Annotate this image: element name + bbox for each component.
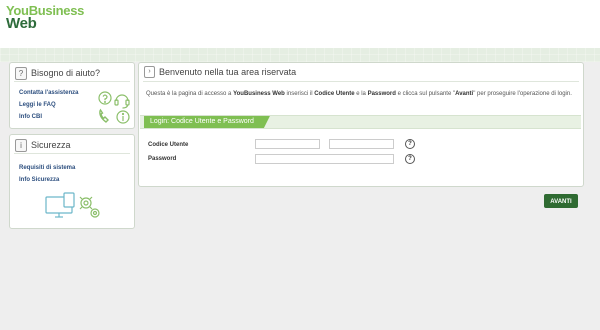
intro-part: Questa è la pagina di accesso a [146,91,234,97]
main-panel: › Benvenuto nella tua area riservata Que… [138,62,584,187]
link-info-cbi[interactable]: Info CBI [19,114,42,120]
user-code-field-1[interactable] [255,139,320,149]
help-panel-title-text: Bisogno di aiuto? [31,68,101,78]
chevron-right-icon: › [144,66,155,78]
intro-part: e clicca sul pulsante " [395,91,456,97]
question-bubble-icon [98,91,112,105]
intro-button-ref: Avanti [455,91,474,97]
intro-brand: YouBusiness Web [233,91,285,97]
help-panel: ? Bisogno di aiuto? Contatta l'assistenz… [9,62,135,129]
support-icons [98,91,130,124]
avanti-button[interactable]: AVANTI [544,194,578,208]
intro-part: e la [354,91,368,97]
intro-text: Questa è la pagina di accesso a YouBusin… [146,90,574,99]
main-title-text: Benvenuto nella tua area riservata [159,67,297,77]
logo[interactable]: YouBusiness Web [6,4,84,31]
divider [14,153,130,154]
divider [14,81,130,82]
headset-icon [114,94,130,109]
login-section-bar: Login: Codice Utente e Password [140,115,581,129]
security-panel-title-text: Sicurezza [31,140,71,150]
logo-line2: Web [6,15,37,32]
password-help-icon[interactable]: ? [405,154,415,164]
user-code-field-2[interactable] [329,139,394,149]
intro-part: " per proseguire l'operazione di login. [473,91,572,97]
password-field[interactable] [255,154,394,164]
info-icon [116,110,130,124]
divider [143,81,579,82]
password-label: Password [148,156,177,162]
header-band [0,48,600,62]
user-code-label: Codice Utente [148,142,189,148]
intro-password: Password [367,91,396,97]
app-header: YouBusiness Web [0,0,600,48]
help-panel-title: ? Bisogno di aiuto? [15,66,100,80]
security-panel: i Sicurezza Requisiti di sistema Info Si… [9,134,135,229]
link-faq[interactable]: Leggi le FAQ [19,102,56,108]
link-security-info[interactable]: Info Sicurezza [19,177,59,183]
link-system-requirements[interactable]: Requisiti di sistema [19,165,75,171]
intro-part: inserisci il [284,91,315,97]
user-code-help-icon[interactable]: ? [405,139,415,149]
question-box-icon: ? [15,66,27,80]
login-tab: Login: Codice Utente e Password [144,116,270,128]
intro-user: Codice Utente [314,91,355,97]
devices-gears-icon [45,192,100,218]
info-box-icon: i [15,138,27,152]
phone-icon [99,108,109,123]
link-contact-support[interactable]: Contatta l'assistenza [19,90,78,96]
main-title: › Benvenuto nella tua area riservata [144,66,296,78]
security-panel-title: i Sicurezza [15,138,71,152]
